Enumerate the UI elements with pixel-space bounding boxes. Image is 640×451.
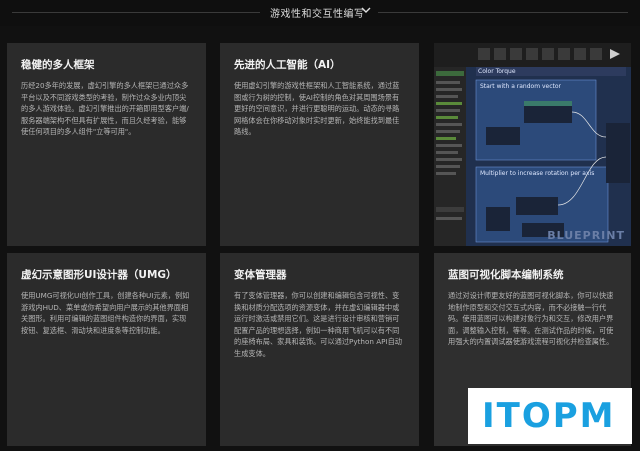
card-title: 虚幻示意图形UI设计器（UMG）: [21, 269, 177, 281]
graph-nodes: [475, 67, 630, 243]
divider-right: [378, 12, 628, 13]
feature-card-umg: 虚幻示意图形UI设计器（UMG） 使用UMG可视化UI创作工具，创建各种UI元素…: [7, 253, 206, 446]
feature-card-ai: 先进的人工智能（AI） 使用虚幻引擎的游戏性框架和人工智能系统，通过蓝图或行为树…: [220, 43, 419, 246]
panel-list: [436, 71, 464, 220]
comment-node-title: Multiplier to increase rotation per axis: [480, 170, 595, 177]
graph-canvas[interactable]: Color Torque Start with a random vector …: [466, 67, 631, 246]
card-body: 通过对设计师更友好的蓝图可视化脚本，你可以快速地制作原型和交付交互式内容，而不必…: [448, 291, 614, 346]
feature-card-variant-manager: 变体管理器 有了变体管理器，你可以创建和编辑包含可视性、变换和材质分配选项的资源…: [220, 253, 419, 446]
toolbar-icons: [478, 48, 620, 60]
blueprint-watermark: BLUEPRINT: [547, 229, 625, 242]
logo-text: ITOPM: [482, 396, 616, 436]
card-body: 使用虚幻引擎的游戏性框架和人工智能系统，通过蓝图或行为树的控制，使AI控制的角色…: [234, 81, 400, 136]
section-title: 游戏性和交互性编写: [270, 9, 365, 20]
card-title: 先进的人工智能（AI）: [234, 59, 341, 71]
site-logo: ITOPM: [468, 388, 632, 444]
comment-node-title: Start with a random vector: [480, 83, 561, 90]
chevron-down-icon[interactable]: [360, 4, 372, 16]
card-body: 使用UMG可视化UI创作工具，创建各种UI元素，例如游戏内HUD、菜单或你希望向…: [21, 291, 190, 335]
card-title: 蓝图可视化脚本编制系统: [448, 269, 564, 281]
editor-toolbar: [434, 43, 631, 67]
feature-card-multiplayer: 稳健的多人框架 历经20多年的发展，虚幻引擎的多人框架已通过众多平台以及不同游戏…: [7, 43, 206, 246]
divider-left: [12, 12, 260, 13]
card-body: 有了变体管理器，你可以创建和编辑包含可视性、变换和材质分配选项的资源变体，并在虚…: [234, 291, 402, 358]
editor-left-panel: [434, 67, 466, 246]
card-title: 变体管理器: [234, 269, 287, 281]
section-header: 游戏性和交互性编写: [0, 0, 640, 26]
card-title: 稳健的多人框架: [21, 59, 95, 71]
card-body: 历经20多年的发展，虚幻引擎的多人框架已通过众多平台以及不同游戏类型的考验，制作…: [21, 81, 189, 136]
blueprint-editor-screenshot: Color Torque Start with a random vector …: [434, 43, 631, 246]
graph-tab-label: Color Torque: [478, 68, 516, 75]
